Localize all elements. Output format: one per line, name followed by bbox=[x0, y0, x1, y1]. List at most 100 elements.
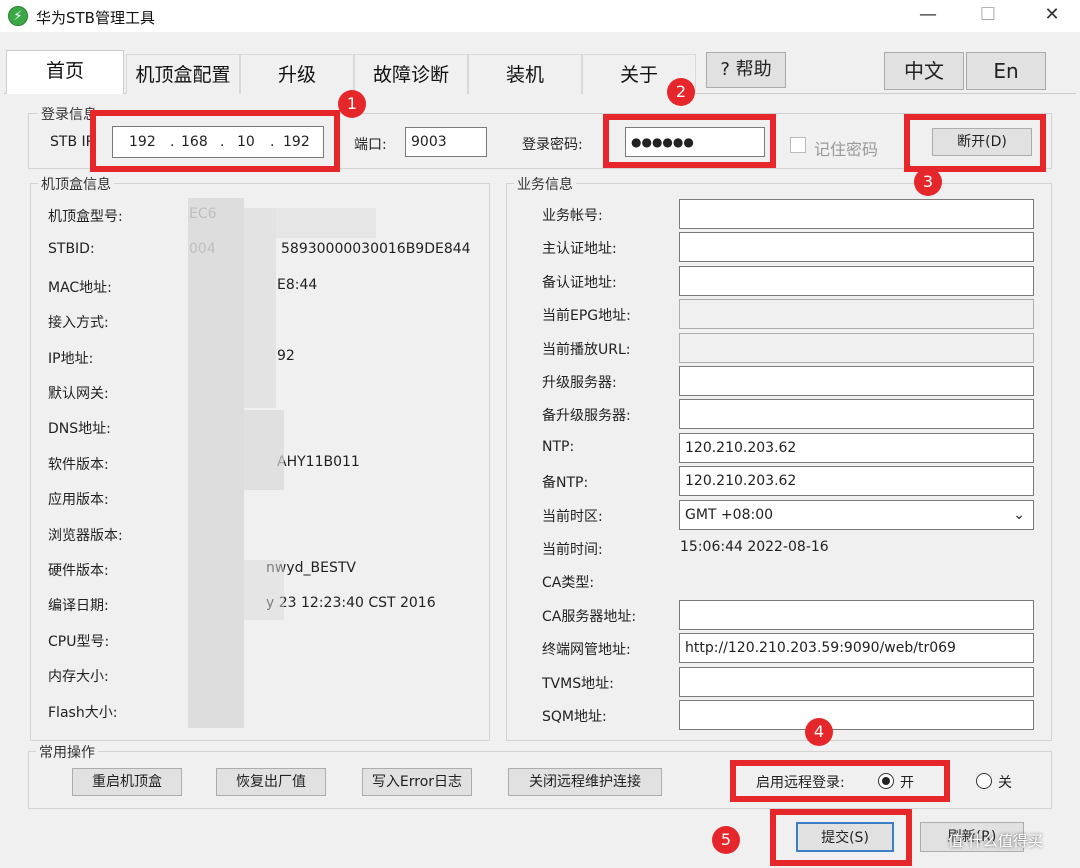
stb-info-value: y 23 12:23:40 CST 2016 bbox=[266, 595, 436, 612]
biz-info-input-value: GMT +08:00 bbox=[685, 506, 774, 523]
stb-info-label: STBID: bbox=[48, 241, 95, 258]
password-label: 登录密码: bbox=[522, 137, 583, 153]
biz-info-input[interactable] bbox=[679, 265, 1034, 296]
biz-info-group-title: 业务信息 bbox=[514, 174, 576, 194]
biz-info-input-value: 120.210.203.62 bbox=[685, 473, 797, 490]
close-remote-maintenance-button[interactable]: 关闭远程维护连接 bbox=[508, 768, 662, 796]
tab-stb-config[interactable]: 机顶盒配置 bbox=[126, 54, 240, 94]
biz-info-value: 15:06:44 2022-08-16 bbox=[680, 539, 829, 555]
biz-info-label: 主认证地址: bbox=[542, 241, 617, 258]
biz-info-label: 业务帐号: bbox=[542, 208, 603, 224]
biz-info-input[interactable] bbox=[679, 666, 1034, 697]
tab-diagnosis[interactable]: 故障诊断 bbox=[354, 54, 468, 94]
port-input[interactable]: 9003 bbox=[405, 127, 487, 157]
badge-4: 4 bbox=[805, 718, 833, 746]
stb-info-label: 浏览器版本: bbox=[48, 527, 123, 544]
lang-en-button[interactable]: En bbox=[966, 52, 1046, 90]
biz-info-input[interactable] bbox=[679, 599, 1034, 630]
watermark: 值 什么值得买 bbox=[948, 832, 1043, 850]
biz-info-label: 终端网管地址: bbox=[542, 642, 631, 659]
stb-info-label: 内存大小: bbox=[48, 669, 109, 686]
pixelated-region bbox=[276, 208, 376, 238]
lang-zh-button[interactable]: 中文 bbox=[884, 52, 964, 90]
stb-info-label: DNS地址: bbox=[48, 421, 111, 438]
highlight-box-1 bbox=[90, 110, 340, 172]
stb-info-value: 92 bbox=[277, 347, 295, 364]
biz-info-input[interactable]: 120.210.203.62 bbox=[679, 432, 1034, 463]
stb-info-label: Flash大小: bbox=[48, 704, 118, 721]
common-ops-group-title: 常用操作 bbox=[36, 742, 98, 762]
biz-info-input[interactable]: http://120.210.203.59:9090/web/tr069 bbox=[679, 633, 1034, 664]
pixelated-region bbox=[188, 198, 244, 728]
badge-2: 2 bbox=[667, 78, 695, 106]
badge-5: 5 bbox=[712, 826, 740, 854]
reboot-stb-button[interactable]: 重启机顶盒 bbox=[72, 768, 182, 796]
biz-info-input[interactable] bbox=[679, 332, 1034, 363]
stb-info-label: 应用版本: bbox=[48, 492, 109, 509]
highlight-box-5 bbox=[770, 809, 912, 866]
stb-info-label: 接入方式: bbox=[48, 315, 109, 332]
tab-upgrade[interactable]: 升级 bbox=[240, 54, 354, 94]
biz-info-label: 备认证地址: bbox=[542, 274, 617, 291]
biz-info-label: 升级服务器: bbox=[542, 375, 617, 391]
factory-reset-button[interactable]: 恢复出厂值 bbox=[216, 768, 326, 796]
window-title: 华为STB管理工具 bbox=[36, 9, 155, 27]
stb-info-label: IP地址: bbox=[48, 350, 94, 367]
biz-info-input[interactable] bbox=[679, 399, 1034, 430]
tab-install[interactable]: 装机 bbox=[468, 54, 582, 94]
biz-info-input[interactable] bbox=[679, 366, 1034, 396]
remember-password-checkbox[interactable] bbox=[790, 137, 806, 153]
minimize-icon[interactable]: — bbox=[908, 0, 948, 32]
biz-info-input-value: http://120.210.203.59:9090/web/tr069 bbox=[685, 640, 956, 657]
chevron-down-icon[interactable]: ⌄ bbox=[1013, 501, 1025, 529]
pixelated-region bbox=[244, 560, 284, 620]
biz-info-label: CA服务器地址: bbox=[542, 608, 637, 625]
close-icon[interactable]: ✕ bbox=[1032, 0, 1072, 32]
write-error-log-button[interactable]: 写入Error日志 bbox=[362, 768, 472, 796]
biz-info-label: 备NTP: bbox=[542, 475, 589, 492]
biz-info-label: 当前播放URL: bbox=[542, 341, 631, 358]
biz-info-input[interactable] bbox=[679, 299, 1034, 330]
remote-login-off-label: 关 bbox=[998, 775, 1012, 791]
stb-info-group-title: 机顶盒信息 bbox=[38, 174, 114, 194]
biz-info-input-value: 120.210.203.62 bbox=[685, 439, 797, 456]
stb-info-value: E8:44 bbox=[277, 276, 318, 293]
biz-info-label: CA类型: bbox=[542, 575, 595, 592]
remote-login-off-radio[interactable] bbox=[976, 773, 992, 789]
stb-info-label: 软件版本: bbox=[48, 456, 109, 473]
badge-1: 1 bbox=[338, 90, 366, 118]
stb-info-label: 机顶盒型号: bbox=[48, 209, 123, 225]
highlight-box-2 bbox=[603, 114, 776, 168]
biz-info-input[interactable] bbox=[679, 199, 1034, 229]
app-icon: ⚡ bbox=[8, 6, 28, 26]
badge-3: 3 bbox=[914, 168, 942, 196]
timezone-select[interactable]: GMT +08:00 ⌄ bbox=[679, 499, 1034, 530]
biz-info-label: 当前EPG地址: bbox=[542, 308, 631, 325]
highlight-box-4 bbox=[730, 760, 950, 802]
biz-info-label: TVMS地址: bbox=[542, 675, 614, 692]
biz-info-label: 备升级服务器: bbox=[542, 408, 631, 425]
biz-info-label: NTP: bbox=[542, 438, 575, 455]
stb-ip-label: STB IP bbox=[50, 134, 95, 150]
tab-home[interactable]: 首页 bbox=[6, 50, 124, 94]
stb-info-label: MAC地址: bbox=[48, 279, 112, 296]
stb-info-label: CPU型号: bbox=[48, 633, 110, 650]
stb-info-value: AHY11B011 bbox=[277, 453, 360, 470]
maximize-icon[interactable]: ☐ bbox=[968, 0, 1008, 32]
pixelated-region bbox=[244, 208, 276, 408]
biz-info-input[interactable] bbox=[679, 232, 1034, 263]
biz-info-input[interactable] bbox=[679, 700, 1034, 730]
biz-info-label: 当前时间: bbox=[542, 542, 603, 558]
stb-info-label: 默认网关: bbox=[48, 386, 109, 402]
help-button[interactable]: ? 帮助 bbox=[706, 52, 786, 88]
stb-info-label: 硬件版本: bbox=[48, 563, 109, 579]
stb-info-value: 58930000030016B9DE844 bbox=[281, 241, 471, 258]
stb-info-label: 编译日期: bbox=[48, 598, 109, 615]
pixelated-region bbox=[244, 410, 284, 490]
port-label: 端口: bbox=[354, 137, 387, 153]
biz-info-label: SQM地址: bbox=[542, 709, 607, 725]
biz-info-input[interactable]: 120.210.203.62 bbox=[679, 466, 1034, 497]
biz-info-label: 当前时区: bbox=[542, 508, 603, 525]
remember-password-label: 记住密码 bbox=[814, 140, 879, 159]
highlight-box-3 bbox=[904, 114, 1046, 172]
